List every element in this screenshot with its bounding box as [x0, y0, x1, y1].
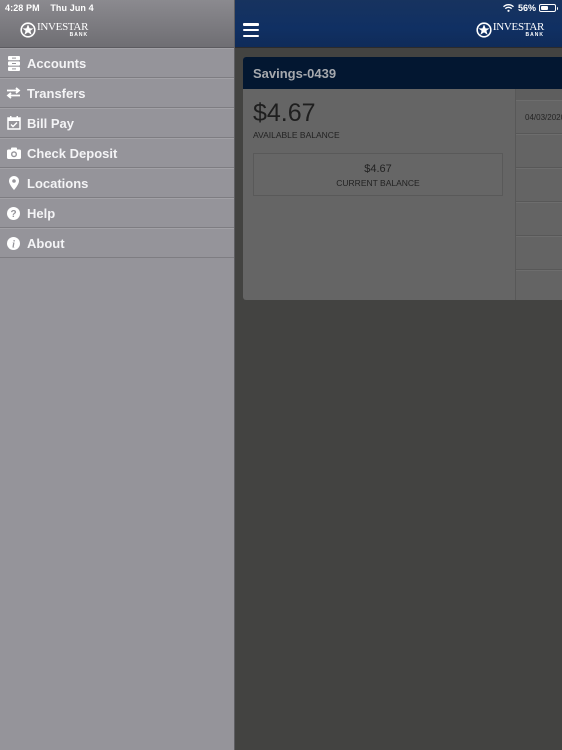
battery-percent: 56% — [517, 3, 536, 13]
svg-text:i: i — [12, 239, 15, 250]
status-date: Thu Jun 4 — [50, 3, 94, 13]
info-icon: i — [6, 236, 21, 251]
current-balance-amount: $4.67 — [364, 163, 392, 175]
status-bar-right: 56% — [502, 3, 558, 13]
brand-sub: BANK — [69, 32, 89, 38]
current-balance-label: CURRENT BALANCE — [336, 178, 420, 188]
top-nav-bar: 56% INVESTAR BANK — [235, 0, 562, 48]
calendar-check-icon — [6, 116, 21, 131]
svg-text:?: ? — [10, 209, 16, 220]
transaction-date: 04/03/2020 — [525, 112, 562, 122]
menu-logo: INVESTAR BANK — [20, 22, 88, 38]
brand-sub: BANK — [525, 32, 544, 38]
map-pin-icon — [6, 176, 21, 191]
transaction-row[interactable]: 04/03/2020 — [516, 100, 562, 134]
menu-item-label: Locations — [27, 175, 89, 191]
battery-icon — [539, 4, 558, 12]
accounts-icon — [6, 55, 21, 71]
question-icon: ? — [6, 206, 21, 221]
transaction-row[interactable] — [516, 236, 562, 270]
star-logo-icon — [20, 22, 36, 38]
hamburger-line — [243, 34, 259, 37]
menu-item-label: Bill Pay — [27, 115, 74, 131]
account-card: Savings-0439 $4.67 AVAILABLE BALANCE $4.… — [243, 57, 562, 300]
side-menu: 4:28 PM Thu Jun 4 INVESTAR BANK Accounts… — [0, 0, 235, 750]
transaction-row[interactable] — [516, 270, 562, 300]
transaction-row[interactable] — [516, 134, 562, 168]
account-card-header: Savings-0439 — [243, 57, 562, 89]
available-balance-amount: $4.67 — [253, 99, 316, 127]
menu-item-bill-pay[interactable]: Bill Pay — [0, 108, 234, 138]
menu-item-locations[interactable]: Locations — [0, 168, 234, 198]
menu-item-transfers[interactable]: Transfers — [0, 78, 234, 108]
available-balance-label: AVAILABLE BALANCE — [253, 130, 340, 140]
transaction-row[interactable] — [516, 202, 562, 236]
menu-item-help[interactable]: ? Help — [0, 198, 234, 228]
menu-item-about[interactable]: i About — [0, 228, 234, 258]
transaction-list: 04/03/2020 — [515, 89, 562, 300]
camera-icon — [6, 146, 21, 161]
hamburger-menu-button[interactable] — [243, 23, 259, 37]
menu-item-label: Check Deposit — [27, 145, 118, 161]
menu-item-accounts[interactable]: Accounts — [0, 48, 234, 78]
hamburger-line — [243, 23, 259, 26]
wifi-icon — [502, 4, 514, 12]
main-content: 56% INVESTAR BANK Savings-0439 $4.67 AVA… — [235, 0, 562, 750]
menu-item-label: Transfers — [27, 85, 86, 101]
account-card-body: $4.67 AVAILABLE BALANCE $4.67 CURRENT BA… — [243, 89, 562, 300]
transaction-list-header — [516, 89, 562, 100]
hamburger-line — [243, 28, 259, 32]
status-bar-left: 4:28 PM Thu Jun 4 — [5, 3, 102, 13]
account-title: Savings-0439 — [253, 65, 337, 81]
menu-item-check-deposit[interactable]: Check Deposit — [0, 138, 234, 168]
menu-item-label: About — [27, 235, 65, 251]
status-time: 4:28 PM — [5, 3, 40, 13]
transaction-row[interactable] — [516, 168, 562, 202]
current-balance-box: $4.67 CURRENT BALANCE — [253, 153, 503, 196]
menu-item-label: Accounts — [27, 55, 87, 71]
menu-item-label: Help — [27, 205, 56, 221]
header-logo: INVESTAR BANK — [476, 22, 544, 38]
menu-header: 4:28 PM Thu Jun 4 INVESTAR BANK — [0, 0, 234, 48]
transfer-arrows-icon — [6, 86, 21, 101]
star-logo-icon — [476, 22, 492, 38]
battery-fill — [541, 6, 549, 10]
